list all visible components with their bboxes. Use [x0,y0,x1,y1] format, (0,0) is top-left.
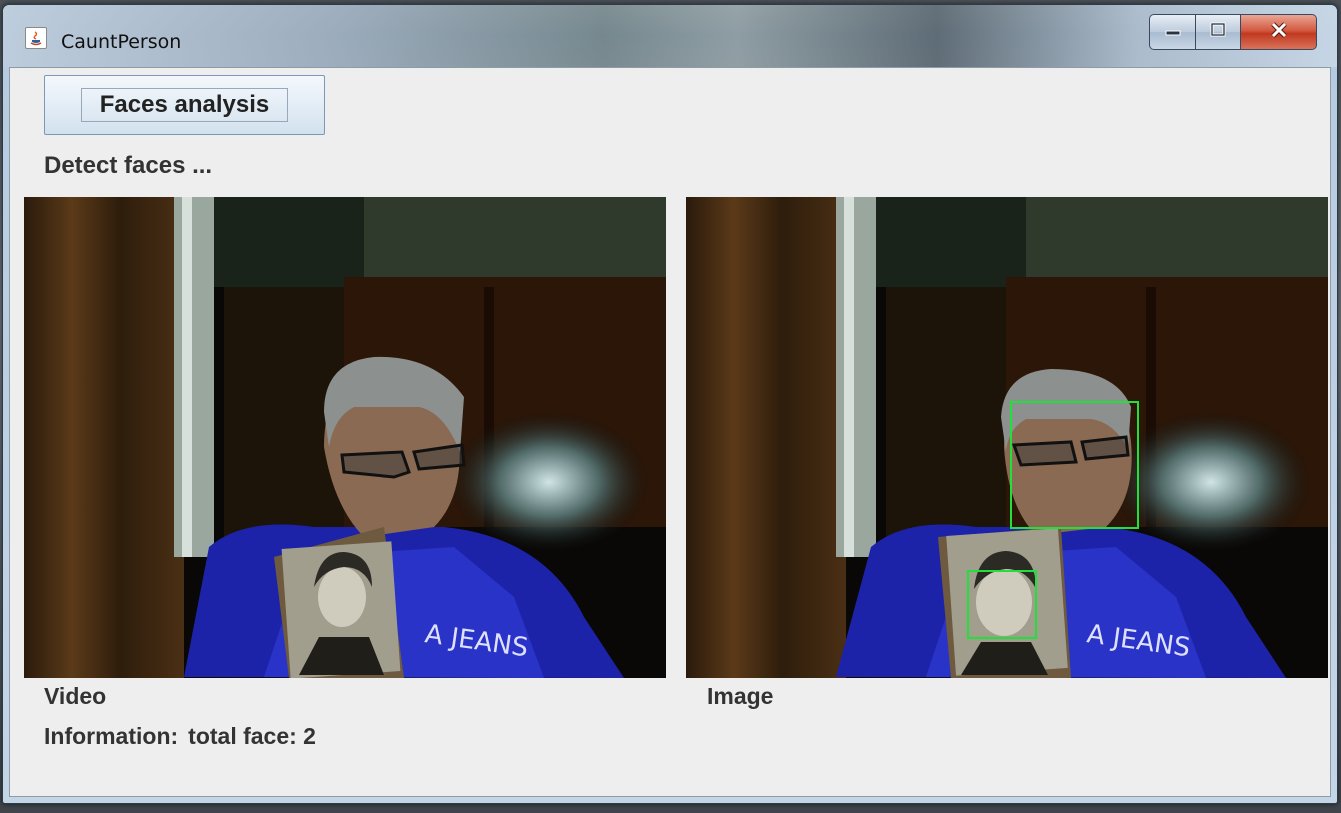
image-caption: Image [707,683,774,709]
information-label: Information: [44,723,179,749]
faces-analysis-button[interactable]: Faces analysis [44,75,325,135]
status-text: Detect faces ... [44,152,213,179]
close-icon [1269,21,1289,44]
information-line: Information: total face: 2 [44,723,316,750]
app-window: CauntPerson Faces analysis Detect faces … [2,4,1338,804]
maximize-button[interactable] [1195,14,1241,50]
faces-analysis-label: Faces analysis [81,88,288,122]
client-area: Faces analysis Detect faces ... A JEANS … [9,67,1331,797]
java-app-icon [25,27,47,49]
processed-frame-image: A JEANS [686,197,1328,678]
maximize-icon [1209,22,1227,43]
video-panel: A JEANS [24,197,666,678]
window-title: CauntPerson [61,31,182,53]
image-panel: A JEANS [686,197,1328,678]
video-caption: Video [44,683,107,709]
minimize-button[interactable] [1149,14,1195,50]
window-controls [1149,14,1317,50]
title-bar[interactable]: CauntPerson [3,5,1337,67]
video-frame-image: A JEANS [24,197,666,678]
minimize-icon [1164,23,1182,41]
information-value: total face: 2 [188,723,316,749]
close-button[interactable] [1241,14,1317,50]
